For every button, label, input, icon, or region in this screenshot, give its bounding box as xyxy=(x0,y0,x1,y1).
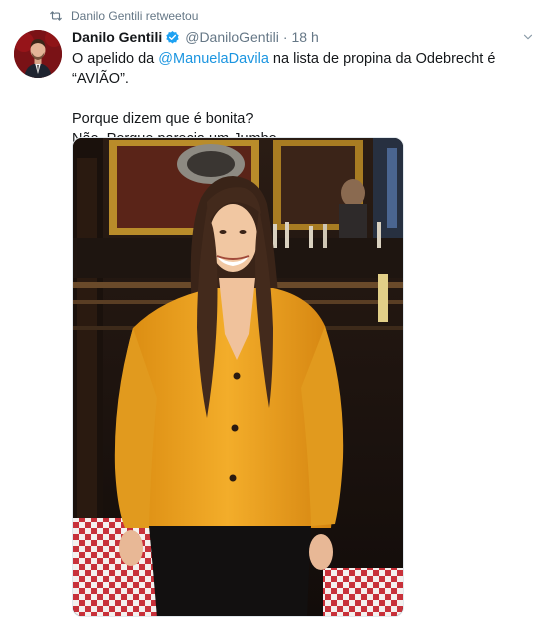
tweet-line-1: O apelido da @ManuelaDavila na lista de … xyxy=(72,49,542,89)
photo-image xyxy=(73,138,403,616)
tweet-header: Danilo Gentili @DaniloGentili · 18 h xyxy=(72,27,319,47)
tweet-text: O apelido da @ManuelaDavila na lista de … xyxy=(72,49,542,149)
tweet-text-segment: O apelido da xyxy=(72,51,159,67)
chevron-down-icon[interactable] xyxy=(521,30,535,44)
author-handle[interactable]: @DaniloGentili xyxy=(185,29,279,45)
mention-link[interactable]: @ManuelaDavila xyxy=(158,51,269,67)
tweet-line-2: Porque dizem que é bonita? xyxy=(72,111,254,127)
retweet-context: Danilo Gentili retweetou xyxy=(49,8,198,24)
retweet-context-text[interactable]: Danilo Gentili retweetou xyxy=(71,9,198,23)
retweet-icon xyxy=(50,11,62,21)
avatar-image xyxy=(14,30,62,78)
tweet-card[interactable]: Danilo Gentili retweetou Danilo Gentili … xyxy=(0,0,547,623)
verified-badge-icon xyxy=(166,30,179,43)
tweet-timestamp[interactable]: 18 h xyxy=(292,29,319,45)
tweet-media-photo[interactable] xyxy=(72,137,404,617)
author-name[interactable]: Danilo Gentili xyxy=(72,29,162,45)
separator-dot: · xyxy=(282,29,288,45)
avatar[interactable] xyxy=(14,30,62,78)
